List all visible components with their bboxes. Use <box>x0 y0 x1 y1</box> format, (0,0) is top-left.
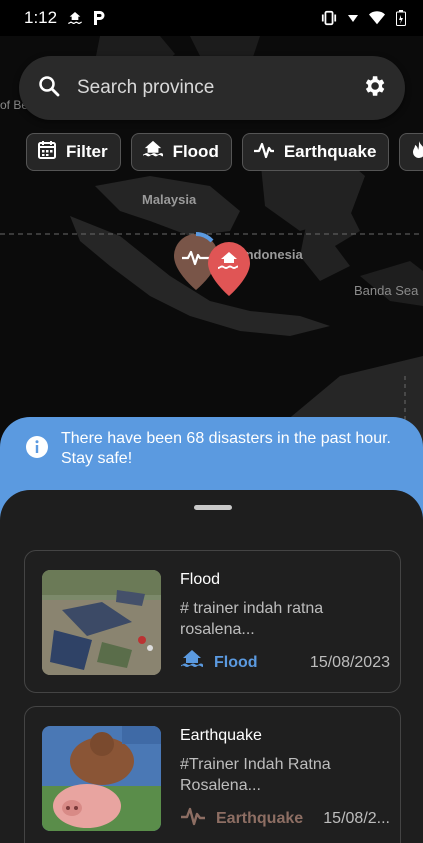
vibrate-icon <box>321 10 337 26</box>
report-date: 15/08/2... <box>323 809 390 827</box>
gear-icon[interactable] <box>361 73 387 104</box>
chip-earthquake[interactable]: Earthquake <box>241 133 390 171</box>
flood-icon <box>180 649 204 676</box>
report-title: Flood <box>180 571 221 588</box>
report-type: Earthquake <box>216 809 304 827</box>
report-title: Earthquake <box>180 727 262 744</box>
chip-fire[interactable] <box>399 133 423 171</box>
chip-filter-label: Filter <box>66 142 108 161</box>
report-card-flood[interactable]: Flood # trainer indah ratna rosalena... … <box>24 550 401 693</box>
report-thumbnail-earthquake <box>42 726 161 831</box>
report-description: # trainer indah ratna rosalena... <box>180 600 324 638</box>
status-bar: 1:12 <box>0 0 423 36</box>
report-description: #Trainer Indah Ratna Rosalena... <box>180 756 331 794</box>
fire-icon <box>410 140 423 165</box>
map-label-banda-sea: Banda Sea <box>354 283 419 298</box>
info-icon <box>25 435 49 464</box>
reports-bottom-sheet[interactable]: Flood # trainer indah ratna rosalena... … <box>0 490 423 843</box>
search-bar[interactable]: Search province <box>19 56 405 120</box>
chip-filter[interactable]: Filter <box>26 133 121 171</box>
flood-notification-icon <box>67 10 83 26</box>
chip-earthquake-label: Earthquake <box>283 142 377 161</box>
report-date: 15/08/2023 <box>309 653 390 671</box>
map-label-malaysia: Malaysia <box>142 192 197 207</box>
chip-flood[interactable]: Flood <box>130 133 232 171</box>
search-input[interactable]: Search province <box>77 77 361 99</box>
report-type: Flood <box>214 653 258 671</box>
earthquake-icon <box>253 140 275 165</box>
report-meta: Earthquake 15/08/2... <box>180 805 390 832</box>
search-icon[interactable] <box>37 74 61 103</box>
flood-icon <box>142 140 164 165</box>
earthquake-icon <box>180 805 206 832</box>
calendar-icon <box>37 140 57 165</box>
alert-message: There have been 68 disasters in the past… <box>61 430 391 467</box>
battery-icon <box>393 10 409 26</box>
status-time: 1:12 <box>24 8 58 27</box>
wifi-icon <box>369 10 385 26</box>
chip-flood-label: Flood <box>172 142 219 161</box>
parking-icon <box>91 10 107 26</box>
sheet-drag-handle[interactable] <box>194 505 232 510</box>
signal-icon <box>345 10 361 26</box>
report-meta: Flood 15/08/2023 <box>180 649 390 676</box>
report-thumbnail-flood <box>42 570 161 675</box>
report-card-earthquake[interactable]: Earthquake #Trainer Indah Ratna Rosalena… <box>24 706 401 843</box>
filter-chips: Filter Flood Earthquake <box>26 133 423 171</box>
